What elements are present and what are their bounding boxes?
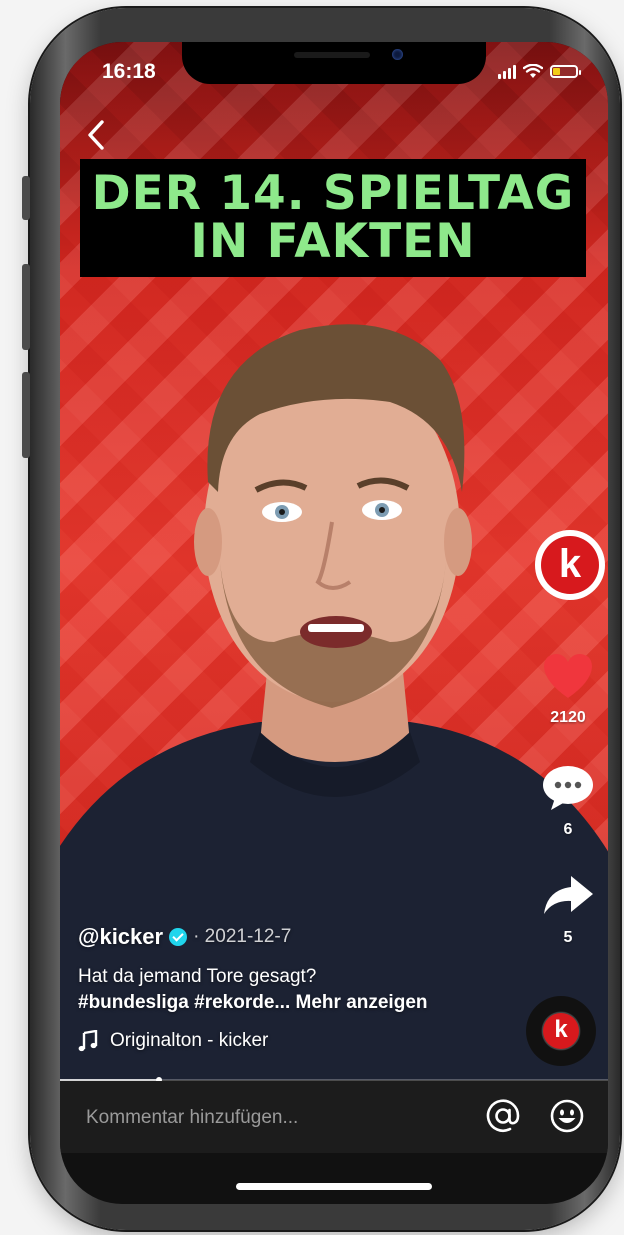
emoji-icon (550, 1099, 584, 1133)
mention-icon (486, 1099, 520, 1132)
like-button[interactable]: 2120 (528, 652, 608, 727)
status-bar: 16:18 (60, 42, 608, 102)
music-title: Originalton - kicker (110, 1030, 269, 1051)
share-count: 5 (563, 929, 573, 946)
avatar-letter: k (541, 536, 599, 594)
phone-screen: 16:18 DER 14. SPIELTAG IN FAKTEN k 2120 … (60, 42, 608, 1204)
emoji-button[interactable] (548, 1097, 586, 1135)
share-icon (544, 876, 593, 914)
earpiece (294, 52, 370, 58)
back-icon (88, 120, 104, 150)
caption-description: Hat da jemand Tore gesagt? (78, 966, 317, 987)
music-note-icon (78, 1030, 98, 1052)
comment-input[interactable] (84, 1103, 448, 1133)
signal-icon (498, 64, 516, 79)
notch (182, 42, 486, 84)
volume-up-button (22, 264, 30, 350)
music-disc[interactable]: k (526, 996, 596, 1066)
caption-hashtags[interactable]: #bundesliga #rekorde... Mehr anzeigen (78, 990, 518, 1016)
music-info[interactable]: Originalton - kicker (78, 1030, 518, 1052)
verified-icon (169, 928, 188, 946)
banner-line-2: IN FAKTEN (190, 214, 476, 269)
comment-icon (543, 766, 593, 810)
author-handle[interactable]: @kicker (78, 924, 163, 950)
comment-button[interactable]: 6 (528, 764, 608, 839)
post-date: · 2021-12-7 (193, 926, 292, 947)
video-title-banner: DER 14. SPIELTAG IN FAKTEN (80, 159, 586, 277)
silent-switch (22, 176, 30, 220)
creator-avatar[interactable]: k (535, 530, 605, 600)
author-line: @kicker · 2021-12-7 (78, 924, 518, 950)
volume-down-button (22, 372, 30, 458)
back-button[interactable] (82, 118, 110, 152)
banner-line-1: DER 14. SPIELTAG (91, 166, 575, 221)
video-caption: @kicker · 2021-12-7 Hat da jemand Tore g… (78, 924, 518, 1052)
mention-button[interactable] (484, 1097, 522, 1135)
like-count: 2120 (550, 709, 586, 726)
heart-icon (544, 654, 592, 698)
comment-count: 6 (563, 821, 573, 838)
status-time: 16:18 (102, 60, 156, 83)
home-indicator[interactable] (236, 1183, 432, 1190)
music-disc-letter: k (543, 1013, 579, 1049)
front-camera (392, 49, 403, 60)
share-button[interactable]: 5 (528, 872, 608, 947)
comment-bar (60, 1081, 608, 1153)
